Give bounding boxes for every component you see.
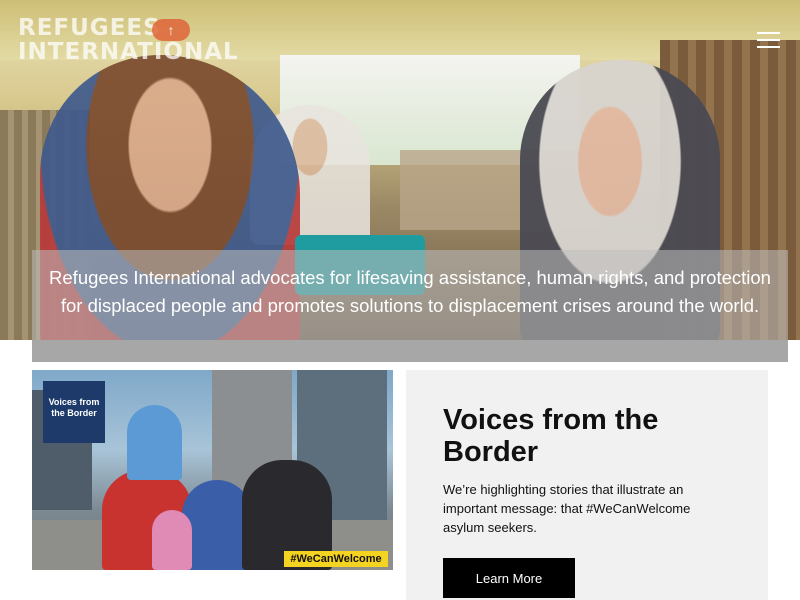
learn-more-button[interactable]: Learn More: [443, 558, 575, 598]
promo-image[interactable]: Voices from the Border #WeCanWelcome: [32, 370, 393, 570]
logo-line-1: REFUGEES: [18, 15, 161, 41]
photo-person: [152, 510, 192, 570]
mission-statement: Refugees International advocates for lif…: [49, 267, 771, 316]
voices-badge: Voices from the Border: [43, 381, 105, 443]
promo-description: We’re highlighting stories that illustra…: [443, 482, 691, 535]
site-logo[interactable]: REFUGEES INTERNATIONAL ↑: [18, 16, 238, 68]
promo-card: Voices from the Border We’re highlightin…: [406, 370, 768, 600]
hamburger-menu-icon[interactable]: [757, 32, 780, 49]
hashtag-badge: #WeCanWelcome: [284, 551, 388, 567]
photo-person: [127, 405, 182, 480]
logo-line-2: INTERNATIONAL: [18, 39, 239, 65]
logo-arrow-icon: ↑: [152, 19, 190, 41]
promo-title: Voices from the Border: [443, 404, 659, 468]
